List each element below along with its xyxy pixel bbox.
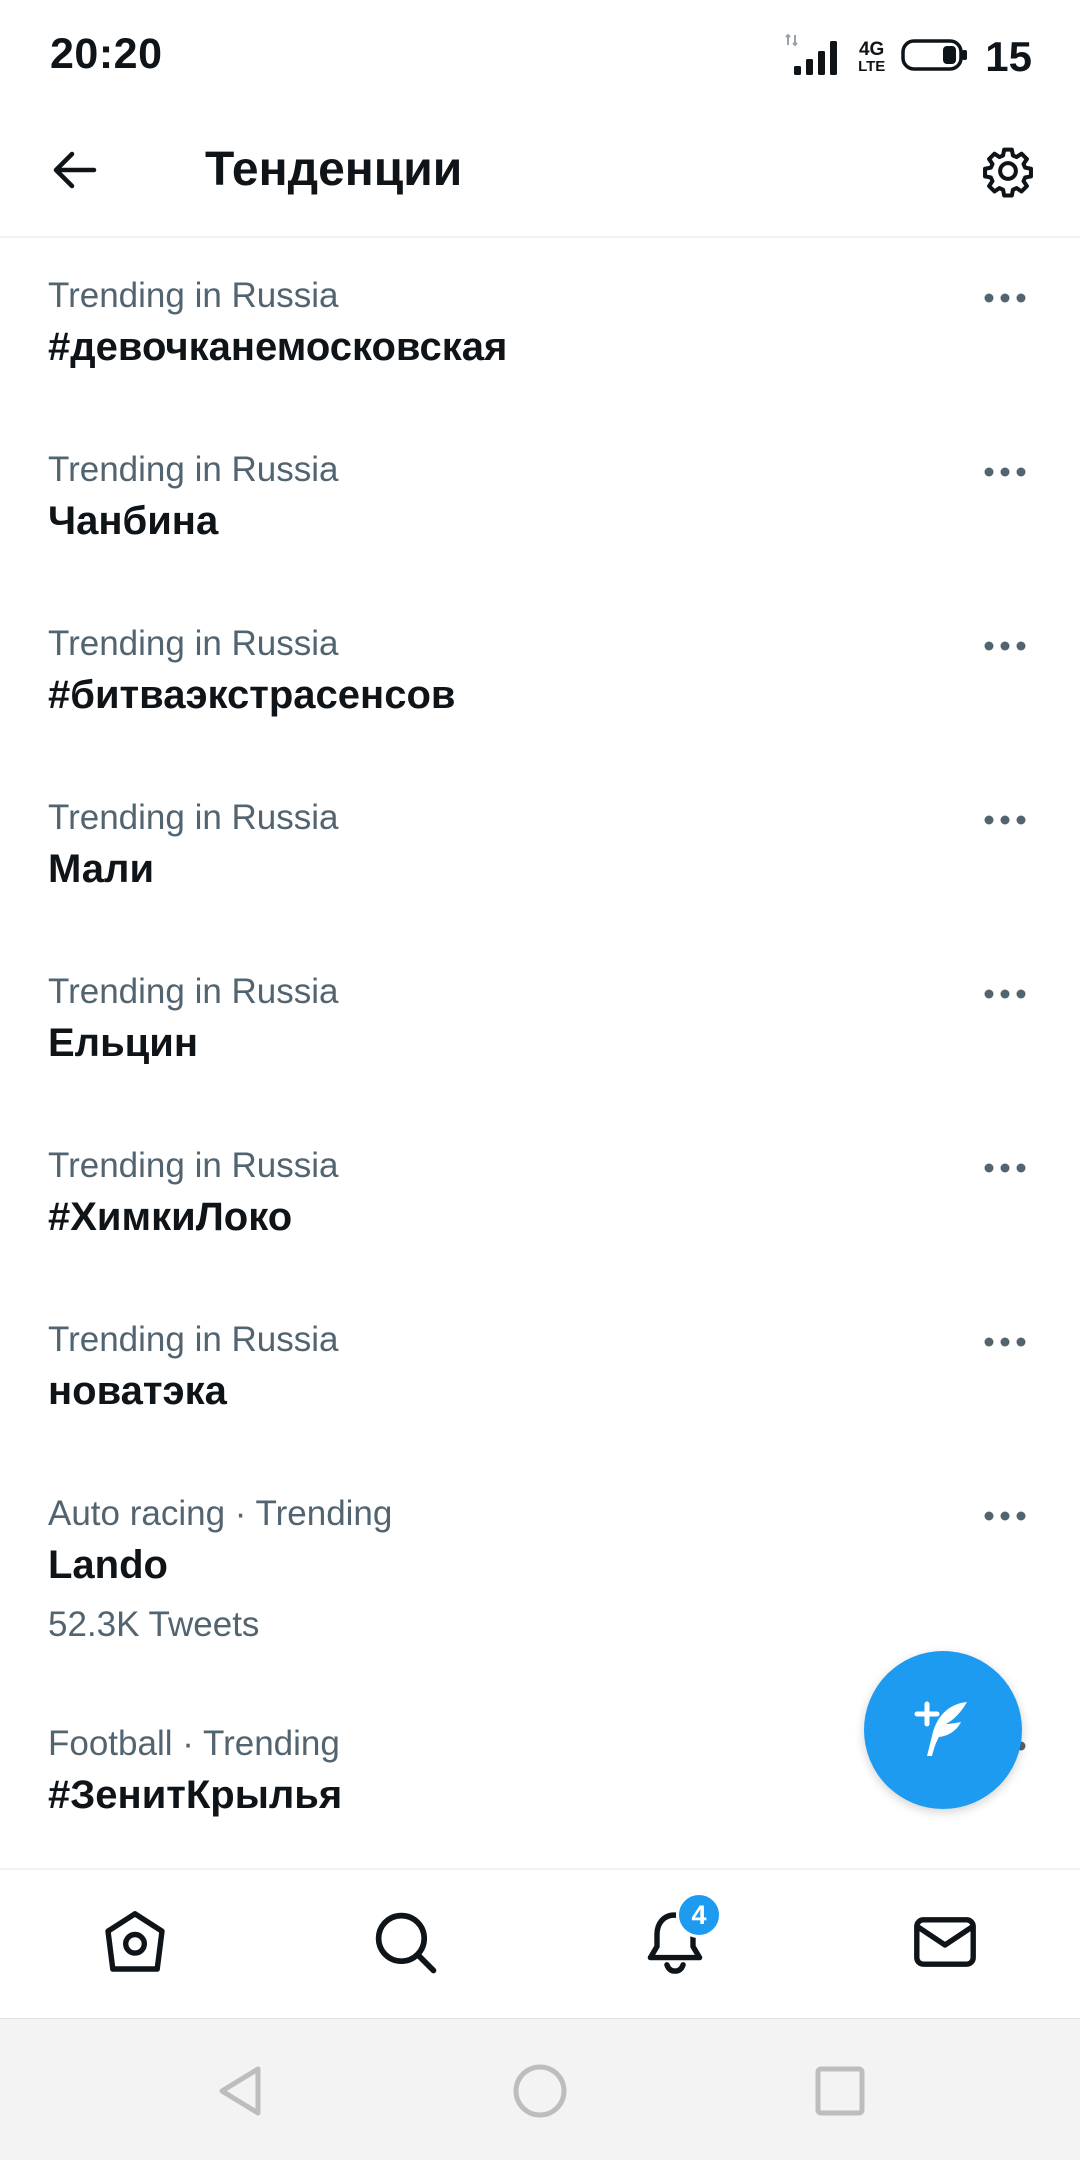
settings-button[interactable] bbox=[970, 135, 1046, 211]
compose-tweet-button[interactable] bbox=[864, 1651, 1022, 1809]
more-options-button[interactable] bbox=[970, 628, 1040, 668]
trend-context: Trending in Russia bbox=[48, 1320, 339, 1359]
more-dots-icon bbox=[983, 987, 1027, 1005]
trend-name: Lando bbox=[48, 1543, 168, 1587]
trend-context: Trending in Russia bbox=[48, 1146, 339, 1185]
trend-context: Trending in Russia bbox=[48, 276, 339, 315]
more-dots-icon bbox=[983, 1161, 1027, 1179]
tab-messages[interactable] bbox=[865, 1870, 1025, 2018]
battery-level: 15 bbox=[985, 33, 1032, 80]
trend-name: Мали bbox=[48, 847, 155, 891]
trend-name: #битваэкстрасенсов bbox=[48, 673, 456, 717]
trend-item[interactable]: Trending in Russia Ельцин bbox=[0, 936, 1080, 1110]
search-icon bbox=[369, 1906, 441, 1983]
more-options-button[interactable] bbox=[970, 1498, 1040, 1538]
more-dots-icon bbox=[983, 1509, 1027, 1527]
more-options-button[interactable] bbox=[970, 1324, 1040, 1364]
trend-item[interactable]: Trending in Russia #девочканемосковская bbox=[0, 240, 1080, 414]
system-recents-button[interactable] bbox=[790, 2043, 890, 2143]
notification-badge: 4 bbox=[676, 1892, 722, 1938]
more-options-button[interactable] bbox=[970, 1150, 1040, 1190]
gear-icon bbox=[981, 144, 1035, 203]
tab-search[interactable] bbox=[325, 1870, 485, 2018]
arrow-left-icon bbox=[52, 150, 98, 195]
trend-name: #ХимкиЛоко bbox=[48, 1195, 293, 1239]
more-dots-icon bbox=[983, 813, 1027, 831]
bottom-nav bbox=[0, 1868, 1080, 2016]
more-dots-icon bbox=[983, 639, 1027, 657]
trend-context: Trending in Russia bbox=[48, 450, 339, 489]
more-dots-icon bbox=[983, 465, 1027, 483]
status-bar: 20:20 4G LTE 15 bbox=[0, 0, 1080, 115]
status-time: 20:20 bbox=[50, 30, 163, 78]
tab-notifications[interactable] bbox=[595, 1870, 755, 2018]
trend-item[interactable]: Trending in Russia Мали bbox=[0, 762, 1080, 936]
trend-context: Auto racing · Trending bbox=[48, 1494, 393, 1533]
trend-name: #девочканемосковская bbox=[48, 325, 508, 369]
trend-name: новатэка bbox=[48, 1369, 227, 1413]
tab-home[interactable] bbox=[55, 1870, 215, 2018]
trend-name: Ельцин bbox=[48, 1021, 199, 1065]
app-header: Тенденции bbox=[0, 115, 1080, 238]
system-back-button[interactable] bbox=[190, 2043, 290, 2143]
more-dots-icon bbox=[983, 291, 1027, 309]
trend-item[interactable]: Trending in Russia новатэка bbox=[0, 1284, 1080, 1458]
tweet-count: 52.3K Tweets bbox=[48, 1605, 260, 1644]
system-nav-bar bbox=[0, 2018, 1080, 2160]
home-circle-icon bbox=[510, 2061, 570, 2126]
back-triangle-icon bbox=[210, 2061, 270, 2126]
signal-icon bbox=[784, 33, 842, 82]
back-button[interactable] bbox=[40, 137, 110, 207]
trend-item[interactable]: Auto racing · Trending Lando 52.3K Tweet… bbox=[0, 1458, 1080, 1688]
recents-square-icon bbox=[812, 2063, 868, 2124]
home-icon bbox=[99, 1906, 171, 1983]
more-options-button[interactable] bbox=[970, 454, 1040, 494]
page-title: Тенденции bbox=[205, 143, 463, 196]
compose-tweet-icon bbox=[903, 1688, 983, 1773]
network-type-icon: 4G LTE bbox=[858, 39, 886, 75]
trend-context: Trending in Russia bbox=[48, 798, 339, 837]
trend-item[interactable]: Trending in Russia Чанбина bbox=[0, 414, 1080, 588]
trend-item[interactable]: Trending in Russia #битваэкстрасенсов bbox=[0, 588, 1080, 762]
battery-icon bbox=[901, 38, 969, 77]
more-options-button[interactable] bbox=[970, 802, 1040, 842]
more-options-button[interactable] bbox=[970, 976, 1040, 1016]
trend-context: Trending in Russia bbox=[48, 972, 339, 1011]
mail-icon bbox=[909, 1906, 981, 1983]
more-dots-icon bbox=[983, 1335, 1027, 1353]
trend-context: Trending in Russia bbox=[48, 624, 339, 663]
more-options-button[interactable] bbox=[970, 280, 1040, 320]
trend-name: Чанбина bbox=[48, 499, 219, 543]
trend-list: Trending in Russia #девочканемосковская … bbox=[0, 240, 1080, 1868]
system-home-button[interactable] bbox=[490, 2043, 590, 2143]
status-icons: 4G LTE 15 bbox=[784, 32, 1032, 82]
trend-item[interactable]: Trending in Russia #ХимкиЛоко bbox=[0, 1110, 1080, 1284]
